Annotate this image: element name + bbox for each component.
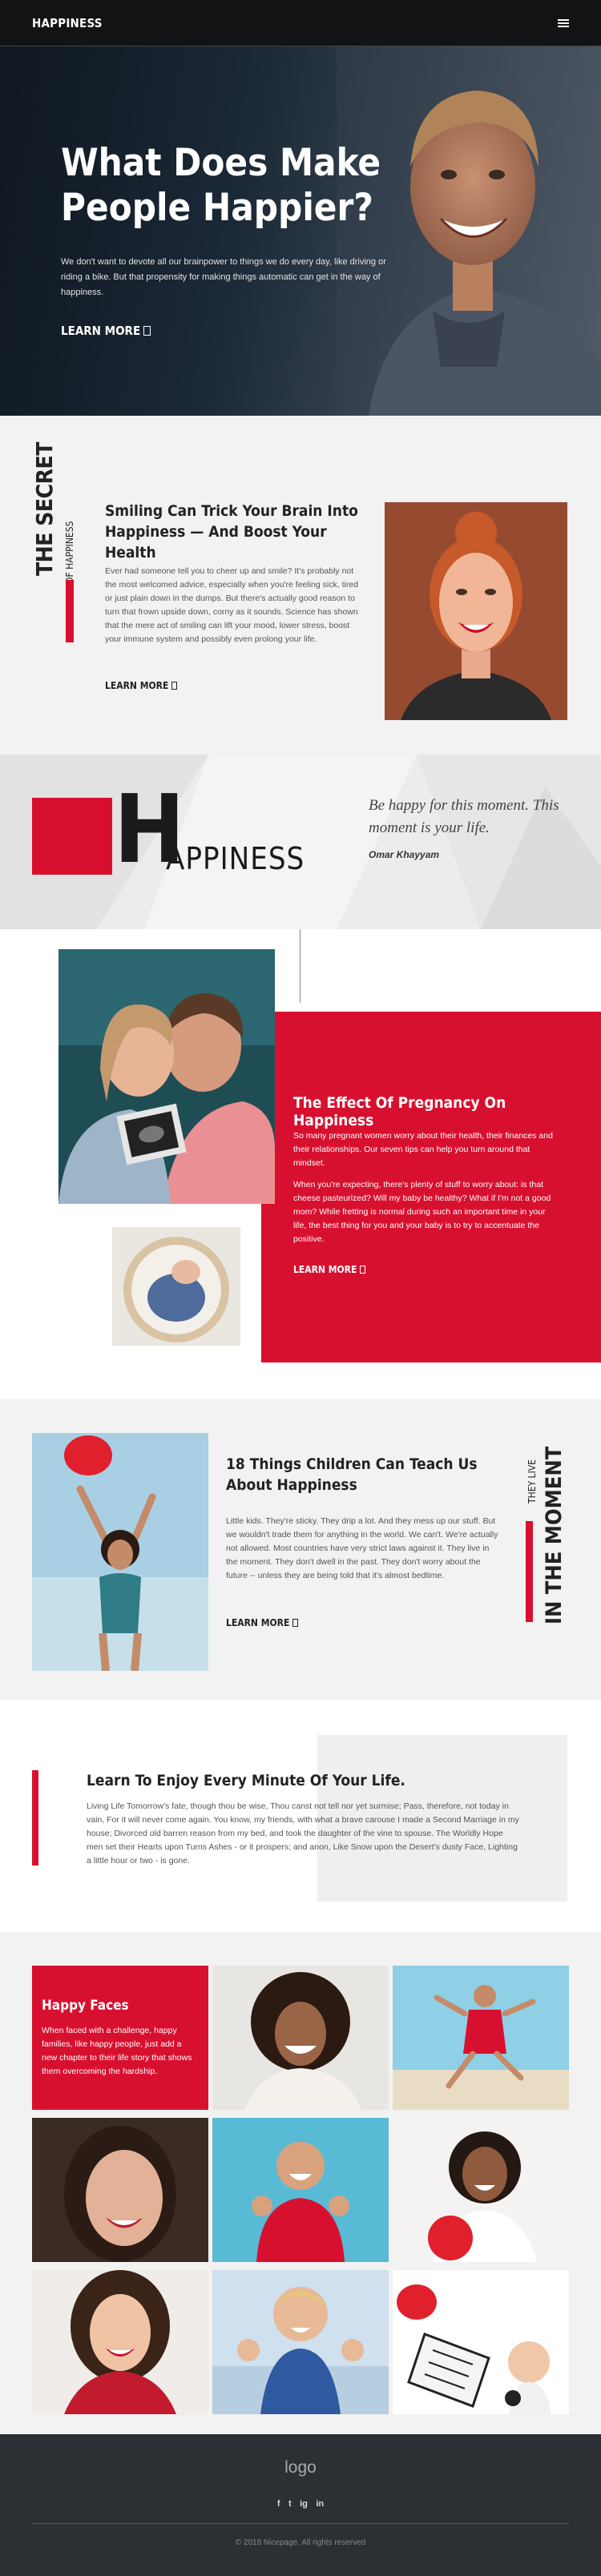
facebook-icon[interactable]: f bbox=[277, 2499, 280, 2509]
gallery-image-jumping-woman[interactable] bbox=[393, 1966, 569, 2110]
hero-description: We don't want to devote all our brainpow… bbox=[61, 257, 386, 297]
gallery-image-man-red-shirt[interactable] bbox=[212, 2118, 389, 2262]
arrow-box-icon bbox=[360, 1266, 366, 1274]
vertical-heading: THE SECRET bbox=[31, 442, 58, 576]
smiling-woman-photo bbox=[385, 502, 567, 720]
arrow-box-icon bbox=[292, 1619, 299, 1627]
learn-more-label: LEARN MORE bbox=[105, 680, 169, 691]
learn-more-link[interactable]: LEARN MORE bbox=[105, 680, 178, 691]
learn-title: Learn To Enjoy Every Minute Of Your Life… bbox=[87, 1772, 405, 1789]
girl-with-balloon-photo bbox=[32, 1433, 208, 1671]
gallery-image-baby-with-book[interactable] bbox=[393, 2270, 569, 2414]
top-navbar: HAPPINESS bbox=[0, 0, 601, 46]
children-section: 18 Things Children Can Teach Us About Ha… bbox=[0, 1399, 601, 1700]
footer-divider bbox=[32, 2523, 569, 2524]
happy-faces-gallery: Happy Faces When faced with a challenge,… bbox=[0, 1932, 601, 2434]
hero-title: What Does Make People Happier? bbox=[61, 141, 381, 230]
hero-section: What Does Make People Happier? We don't … bbox=[0, 0, 601, 416]
gallery-image-curly-hair-woman[interactable] bbox=[212, 1966, 389, 2110]
couple-ultrasound-photo bbox=[58, 949, 275, 1204]
social-links: f t ig in bbox=[0, 2496, 601, 2510]
site-footer: logo f t ig in © 2018 Nicepage. All righ… bbox=[0, 2434, 601, 2576]
article-title: Smiling Can Trick Your Brain Into Happin… bbox=[105, 502, 358, 561]
accent-bar bbox=[32, 1770, 38, 1866]
pregnancy-paragraph-1: So many pregnant women worry about their… bbox=[293, 1131, 553, 1168]
pregnancy-paragraph-2: When you're expecting, there's plenty of… bbox=[293, 1180, 551, 1244]
hamburger-icon[interactable] bbox=[558, 18, 569, 27]
vertical-subheading: THEY LIVE bbox=[526, 1459, 538, 1503]
learn-more-label: LEARN MORE bbox=[226, 1617, 290, 1628]
linkedin-icon[interactable]: in bbox=[316, 2499, 324, 2509]
learn-section: Learn To Enjoy Every Minute Of Your Life… bbox=[0, 1700, 601, 1932]
red-square bbox=[32, 798, 112, 875]
hero-learn-more-label: LEARN MORE bbox=[61, 324, 141, 338]
instagram-icon[interactable]: ig bbox=[300, 2499, 308, 2509]
pregnancy-section: The Effect Of Pregnancy On Happiness So … bbox=[0, 929, 601, 1399]
happy-faces-card: Happy Faces When faced with a challenge,… bbox=[32, 1966, 208, 2110]
hero-man-photo bbox=[337, 46, 601, 416]
quote-text: Be happy for this moment. This moment is… bbox=[369, 797, 559, 836]
gallery-image-laughing-woman[interactable] bbox=[32, 2270, 208, 2414]
gallery-image-woman-with-balloon[interactable] bbox=[393, 2118, 569, 2262]
secret-section: THE SECRET OF HAPPINESS Smiling Can Tric… bbox=[0, 416, 601, 755]
pregnancy-text: So many pregnant women worry about their… bbox=[293, 1129, 558, 1246]
pregnancy-title: The Effect Of Pregnancy On Happiness bbox=[293, 1094, 506, 1129]
brand-word: APPINESS bbox=[166, 841, 305, 876]
footer-logo[interactable]: logo bbox=[0, 2458, 601, 2477]
learn-more-label: LEARN MORE bbox=[293, 1264, 357, 1275]
accent-bar bbox=[66, 580, 74, 642]
newborn-baby-photo bbox=[112, 1227, 240, 1346]
vertical-subheading: OF HAPPINESS bbox=[64, 521, 75, 584]
children-title: 18 Things Children Can Teach Us About Ha… bbox=[226, 1455, 478, 1494]
arrow-box-icon bbox=[143, 326, 151, 336]
children-learn-more-link[interactable]: LEARN MORE bbox=[226, 1617, 299, 1628]
gallery-image-smiling-woman-dark-hair[interactable] bbox=[32, 2118, 208, 2262]
brand-quote-strip: H APPINESS Be happy for this moment. Thi… bbox=[0, 755, 601, 929]
gallery-image-boy-flexing[interactable] bbox=[212, 2270, 389, 2414]
arrow-box-icon bbox=[171, 682, 178, 690]
hero-learn-more-link[interactable]: LEARN MORE bbox=[61, 324, 151, 338]
happy-faces-text: When faced with a challenge, happy famil… bbox=[42, 2026, 192, 2076]
learn-text: Living Life Tomorrow's fate, though thou… bbox=[87, 1801, 519, 1866]
accent-bar bbox=[526, 1521, 533, 1622]
article-text: Ever had someone tell you to cheer up an… bbox=[105, 566, 358, 644]
twitter-icon[interactable]: t bbox=[288, 2499, 292, 2509]
children-text: Little kids. They're sticky. They drip a… bbox=[226, 1516, 498, 1580]
pregnancy-learn-more-link[interactable]: LEARN MORE bbox=[293, 1264, 366, 1275]
happy-faces-title: Happy Faces bbox=[42, 1998, 129, 2014]
quote-author: Omar Khayyam bbox=[369, 849, 440, 860]
brand-logo[interactable]: HAPPINESS bbox=[32, 16, 103, 30]
copyright-text: © 2018 Nicepage. All rights reserved bbox=[235, 2538, 366, 2547]
vertical-heading: IN THE MOMENT bbox=[542, 1446, 567, 1624]
